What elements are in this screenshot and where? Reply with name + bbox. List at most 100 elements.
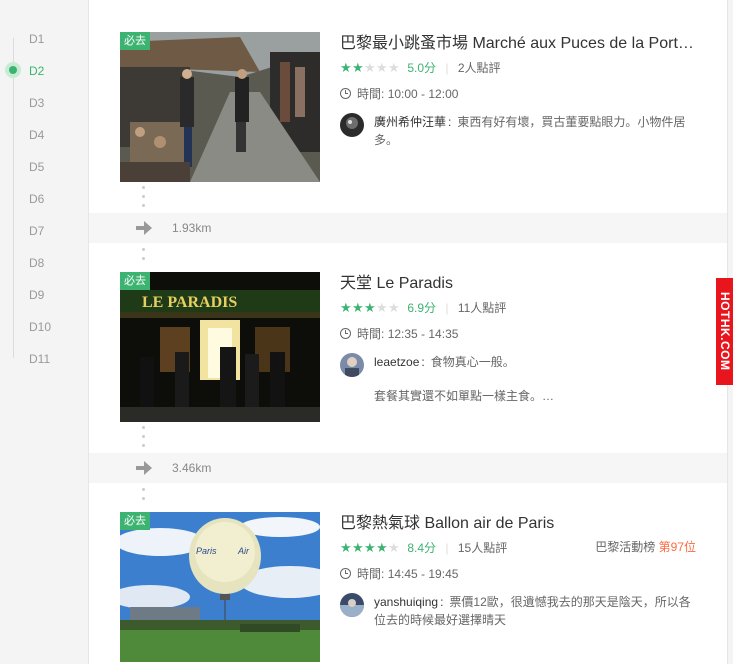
star-icon: ★ [376,59,388,75]
divider: | [445,60,449,75]
day-tab-d4[interactable]: D4 [29,128,44,142]
poi-info: 巴黎熱氣球 Ballon air de Paris ★★★★★ 8.4分 | 1… [340,512,700,629]
time-label: 時間: [357,567,385,581]
comment-username[interactable]: 廣州希仲汪華 [374,115,446,129]
arrow-right-icon [136,221,152,235]
comment-username[interactable]: leaetzoe [374,355,419,369]
day-tab-d6[interactable]: D6 [29,192,44,206]
avatar[interactable] [340,593,364,617]
active-day-dot-icon [5,62,21,78]
star-rating: ★★★★★ [340,301,400,315]
poi-title[interactable]: 天堂 Le Paradis [340,274,700,294]
day-tab-d9[interactable]: D9 [29,288,44,302]
time-row: 時間: 10:00 - 12:00 [340,87,700,101]
day-tab-d3[interactable]: D3 [29,96,44,110]
distance-row: 1.93km [89,213,727,243]
time-value: 14:45 - 19:45 [387,567,459,581]
flea-market-photo [120,32,320,182]
route-dots [142,426,146,453]
day-tab-d8[interactable]: D8 [29,256,44,270]
day-tab-d5[interactable]: D5 [29,160,44,174]
comment-text-continued: 套餐其實還不如單點一樣主食。… [374,389,555,403]
must-go-badge: 必去 [120,272,150,290]
star-icon: ★ [340,59,352,75]
rating-row: ★★★★★ 6.9分 | 11人點評 [340,300,700,316]
star-icon: ★ [364,59,376,75]
comment-colon: : [448,115,452,129]
comment-colon: : [421,355,425,369]
time-value: 10:00 - 12:00 [387,87,459,101]
comment-username[interactable]: yanshuiqing [374,595,438,609]
poi-info: 天堂 Le Paradis ★★★★★ 6.9分 | 11人點評 時間: 12:… [340,272,700,405]
day-tab-d1[interactable]: D1 [29,32,44,46]
must-go-badge: 必去 [120,512,150,530]
poi-photo[interactable]: Paris Air 必去 [120,512,320,662]
arrow-right-icon [136,461,152,475]
itinerary-list: 必去 巴黎最小跳蚤市場 Marché aux Puces de la Port…… [88,0,728,664]
star-icon: ★ [376,539,388,555]
rating-row: ★★★★★ 5.0分 | 2人點評 [340,60,700,76]
poi-card-ballon-air: Paris Air 必去 巴黎熱氣球 Ballon air de Paris ★… [89,512,727,664]
star-rating: ★★★★★ [340,61,400,75]
distance-text: 3.46km [172,461,212,475]
star-icon: ★ [364,539,376,555]
score: 6.9分 [407,300,437,315]
divider: | [445,300,449,315]
poi-title[interactable]: 巴黎最小跳蚤市場 Marché aux Puces de la Port… [340,34,700,54]
le-paradis-photo: LE PARADIS [120,272,320,422]
route-dots [142,248,146,266]
star-icon: ★ [388,59,400,75]
day-tab-d2[interactable]: D2 [29,64,44,78]
time-label: 時間: [357,87,385,101]
ranking-label: 巴黎活動榜 [595,540,656,554]
clock-icon [340,88,351,99]
star-icon: ★ [352,299,364,315]
star-icon: ★ [376,299,388,315]
route-dots [142,488,146,506]
star-icon: ★ [352,59,364,75]
must-go-badge: 必去 [120,32,150,50]
side-watermark-tag[interactable]: HOTHK.COM [716,278,733,385]
score: 5.0分 [407,60,437,75]
time-label: 時間: [357,327,385,341]
day-tab-d7[interactable]: D7 [29,224,44,238]
day-tab-d10[interactable]: D10 [29,320,51,334]
day-sidebar: D1 D2 D3 D4 D5 D6 D7 D8 D9 D10 D11 [0,0,88,664]
score: 8.4分 [407,540,437,555]
time-value: 12:35 - 14:35 [387,327,459,341]
star-rating: ★★★★★ [340,541,400,555]
review-count-link[interactable]: 11人點評 [458,301,506,315]
comment-text: 食物真心一般。 [430,355,515,369]
comment-colon: : [440,595,444,609]
time-row: 時間: 14:45 - 19:45 [340,567,700,581]
star-icon: ★ [388,299,400,315]
day-tab-d11[interactable]: D11 [29,352,50,366]
balloon-photo: Paris Air [120,512,320,662]
comment: 廣州希仲汪華: 東西有好有壞，買古董要點眼力。小物件居多。 [340,113,700,149]
poi-photo[interactable]: LE PARADIS 必去 [120,272,320,422]
ranking-badge[interactable]: 巴黎活動榜 第97位 [595,540,696,554]
distance-row: 3.46km [89,453,727,483]
timeline-line [13,38,14,358]
star-icon: ★ [388,539,400,555]
route-dots [142,186,146,213]
poi-title[interactable]: 巴黎熱氣球 Ballon air de Paris [340,514,700,534]
review-count-link[interactable]: 2人點評 [458,61,501,75]
comment-body: 廣州希仲汪華: 東西有好有壞，買古董要點眼力。小物件居多。 [374,113,700,149]
svg-text:Paris: Paris [196,546,217,556]
distance-text: 1.93km [172,221,212,235]
clock-icon [340,328,351,339]
clock-icon [340,568,351,579]
svg-text:Air: Air [237,546,250,556]
time-row: 時間: 12:35 - 14:35 [340,327,700,341]
avatar[interactable] [340,353,364,377]
comment: leaetzoe: 食物真心一般。 套餐其實還不如單點一樣主食。… [340,353,700,405]
poi-photo[interactable]: 必去 [120,32,320,182]
review-count-link[interactable]: 15人點評 [458,541,507,555]
star-icon: ★ [340,539,352,555]
star-icon: ★ [340,299,352,315]
avatar[interactable] [340,113,364,137]
rating-row: ★★★★★ 8.4分 | 15人點評 巴黎活動榜 第97位 [340,540,700,556]
ranking-position: 第97位 [658,540,696,554]
poi-info: 巴黎最小跳蚤市場 Marché aux Puces de la Port… ★★… [340,32,700,149]
